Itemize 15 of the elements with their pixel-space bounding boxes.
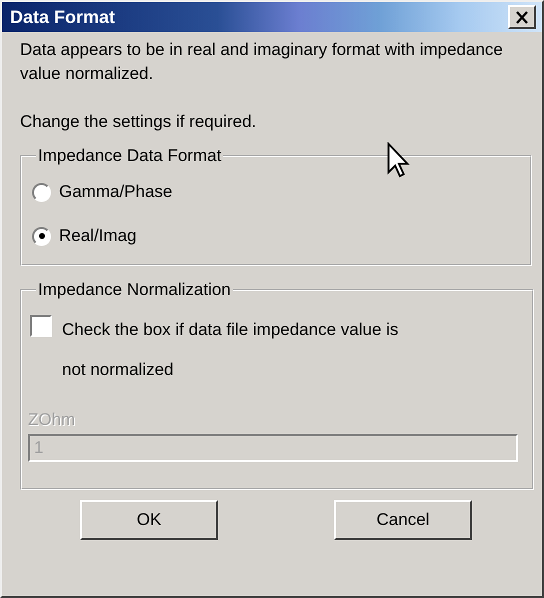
hint-text: Change the settings if required. <box>20 111 258 133</box>
message-text: Data appears to be in real and imaginary format with impedance value normalized. <box>20 39 504 85</box>
close-button[interactable] <box>508 5 536 29</box>
radio-button[interactable] <box>32 182 51 202</box>
radio-button[interactable] <box>32 226 51 246</box>
group-title: Impedance Data Format <box>37 146 222 166</box>
checkbox[interactable] <box>30 315 52 337</box>
window-title: Data Format <box>10 6 116 28</box>
radio-label: Real/Imag <box>59 226 136 246</box>
dialog-button[interactable]: OK <box>80 500 218 540</box>
radio-label: Gamma/Phase <box>59 182 172 202</box>
dialog-button[interactable]: Cancel <box>334 500 472 540</box>
checkbox-label: Check the box if data file impedance value is not normalized <box>62 319 400 381</box>
group-title: Impedance Normalization <box>37 280 232 300</box>
close-icon <box>515 10 529 24</box>
